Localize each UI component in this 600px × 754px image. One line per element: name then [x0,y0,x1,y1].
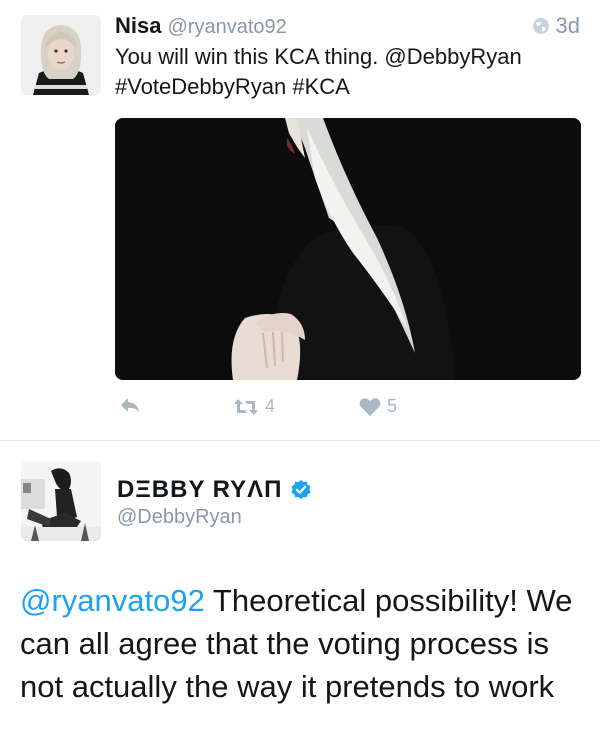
tweet-nisa: Nisa @ryanvato92 3d You will win this KCA… [0,0,600,440]
retweet-icon [234,398,258,415]
avatar-debby-ryan-image [21,461,101,541]
verified-badge-icon [291,480,312,499]
user-handle[interactable]: @ryanvato92 [167,16,286,38]
tweet-text-line-1: You will win this KCA thing. @DebbyRyan [115,44,522,69]
tweet-debby-ryan: DΞBBY RYΛΠ @DebbyRyan @ryanvato92 Theore… [0,441,600,754]
retweet-count: 4 [265,396,276,416]
photo-blonde-hair [115,118,581,380]
tweet-media-photo[interactable] [115,118,581,380]
tweet-text: @ryanvato92 Theoretical possibility! We … [20,579,580,708]
tweet-time: 3d [532,13,580,39]
avatar-debby-ryan[interactable] [21,461,101,541]
reply-button[interactable] [119,396,141,414]
like-count: 5 [387,396,398,416]
retweet-button[interactable]: 4 [233,396,275,417]
avatar-nisa-image [21,15,101,95]
avatar-nisa[interactable] [21,15,101,95]
tweet-text-line-2: #VoteDebbyRyan #KCA [115,74,350,99]
time-label: 3d [555,13,580,38]
display-name-row: DΞBBY RYΛΠ [117,476,312,504]
display-name[interactable]: Nisa [115,13,161,38]
display-name[interactable]: DΞBBY RYΛΠ [117,476,282,504]
like-button[interactable]: 5 [359,396,397,417]
mention-link[interactable]: @ryanvato92 [20,583,205,618]
globe-icon [532,18,549,34]
heart-icon [359,397,381,416]
reply-icon [121,398,139,412]
user-handle[interactable]: @DebbyRyan [117,506,242,529]
tweet-actions: 4 5 [115,396,581,426]
tweet-text: You will win this KCA thing. @DebbyRyan … [115,42,585,102]
tweet-header: Nisa @ryanvato92 [115,13,287,40]
